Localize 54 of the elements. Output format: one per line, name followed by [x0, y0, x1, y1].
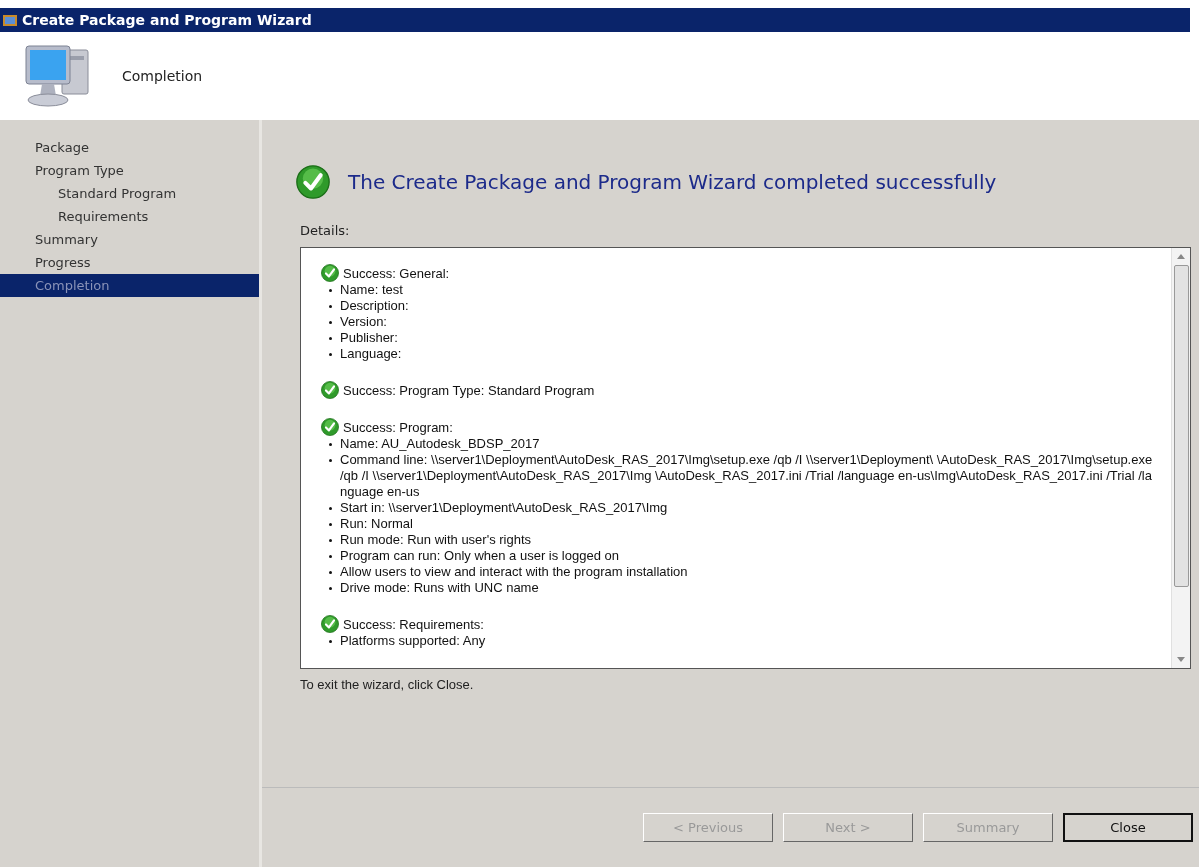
bullet-icon	[329, 442, 332, 446]
check-icon	[321, 380, 339, 399]
bullet-icon	[329, 522, 332, 526]
detail-item: Platforms supported: Any	[340, 632, 486, 649]
section-title: Success: Program:	[343, 419, 453, 436]
sidebar-item[interactable]: Standard Program	[0, 182, 259, 205]
sidebar-item[interactable]: Summary	[0, 228, 259, 251]
details-label: Details:	[300, 222, 351, 240]
detail-item: Start in: \\server1\Deployment\AutoDesk_RAS_2017\Img	[340, 499, 668, 516]
sidebar-item[interactable]: Progress	[0, 251, 259, 274]
page-title: Completion	[122, 66, 203, 86]
bullet-icon	[329, 586, 332, 590]
check-icon	[321, 417, 339, 436]
bullet-icon	[329, 458, 332, 462]
scroll-down-icon[interactable]	[1177, 656, 1185, 662]
detail-item: Run mode: Run with user's rights	[340, 531, 532, 548]
sidebar-item[interactable]: Requirements	[0, 205, 259, 228]
detail-item: Allow users to view and interact with the program installation	[340, 563, 688, 580]
bullet-icon	[329, 288, 332, 292]
sidebar-item[interactable]: Completion	[0, 274, 259, 297]
detail-item: Drive mode: Runs with UNC name	[340, 579, 539, 596]
detail-item: Version:	[340, 313, 387, 330]
detail-item: Description:	[340, 297, 409, 314]
bullet-icon	[329, 336, 332, 340]
bullet-icon	[329, 570, 332, 574]
bullet-icon	[329, 320, 332, 324]
bullet-icon	[329, 538, 332, 542]
scrollbar[interactable]	[1171, 247, 1190, 668]
check-icon	[321, 263, 339, 282]
bullet-icon	[329, 639, 332, 643]
success-heading: The Create Package and Program Wizard completed successfully	[348, 169, 997, 196]
wizard-button[interactable]: Close	[1063, 813, 1193, 842]
detail-item: Language:	[340, 345, 402, 362]
detail-item: Publisher:	[340, 329, 398, 346]
app-icon	[2, 12, 18, 28]
detail-item: Name: AU_Autodesk_BDSP_2017	[340, 435, 540, 452]
bullet-icon	[329, 304, 332, 308]
sidebar-item[interactable]: Program Type	[0, 159, 259, 182]
section-title: Success: Requirements:	[343, 616, 484, 633]
check-icon	[296, 165, 330, 199]
section-title: Success: Program Type: Standard Program	[343, 382, 595, 399]
bullet-icon	[329, 506, 332, 510]
detail-item: Name: test	[340, 281, 403, 298]
exit-hint: To exit the wizard, click Close.	[300, 675, 475, 694]
sidebar-item[interactable]: Package	[0, 136, 259, 159]
bullet-icon	[329, 554, 332, 558]
detail-item: Program can run: Only when a user is logged on	[340, 547, 619, 564]
scroll-up-icon[interactable]	[1177, 253, 1185, 259]
detail-item: Run: Normal	[340, 515, 413, 532]
section-title: Success: General:	[343, 265, 450, 282]
window-title: Create Package and Program Wizard	[22, 10, 312, 30]
detail-item: Command line: \\server1\Deployment\AutoDesk_RAS_2017\Img\setup.exe /qb /I \\server1\Deployment\ \AutoDesk_RAS_2017\Img\setup.exe /qb /I \\server1\Deployment\AutoDesk_RAS_2017\Img \AutoDesk_RAS_2017.ini /Trial /language en-us\Img\AutoDesk_RAS_2017.ini /Trial /language en-us	[340, 451, 1154, 500]
bullet-icon	[329, 352, 332, 356]
check-icon	[321, 614, 339, 633]
